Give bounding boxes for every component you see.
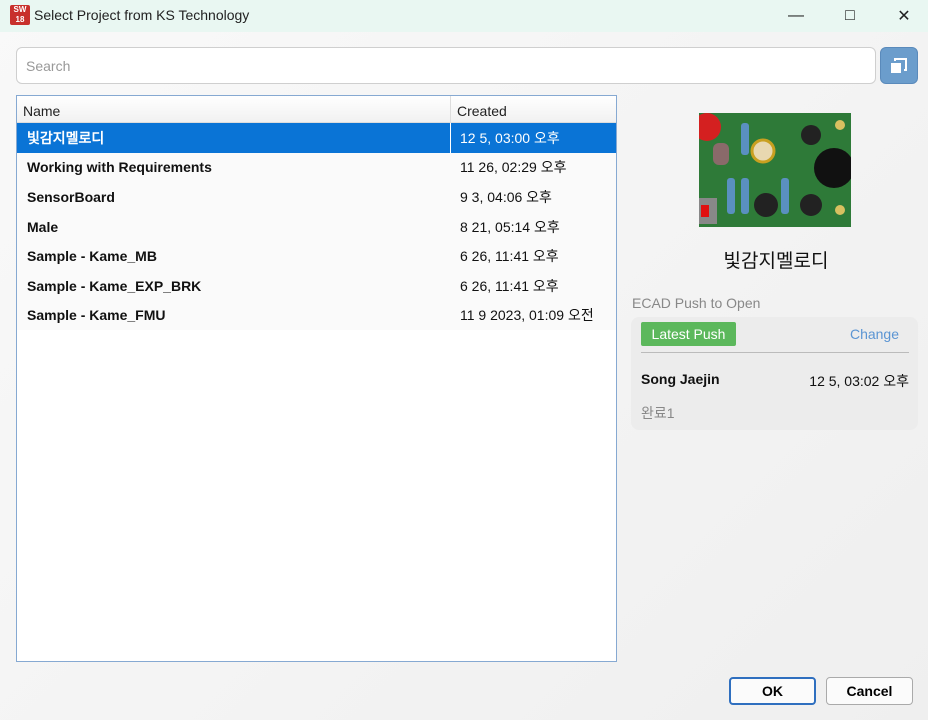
project-name: Sample - Kame_EXP_BRK: [27, 277, 202, 294]
maximize-icon[interactable]: □: [822, 0, 878, 32]
divider: [641, 352, 909, 353]
table-row[interactable]: Sample - Kame_MB 6 26, 11:41 오후: [17, 241, 616, 271]
project-name: Sample - Kame_FMU: [27, 307, 166, 324]
table-row[interactable]: SensorBoard 9 3, 04:06 오후: [17, 182, 616, 212]
project-name: SensorBoard: [27, 188, 115, 205]
push-user: Song Jaejin: [641, 371, 720, 387]
latest-push-badge: Latest Push: [641, 322, 736, 346]
column-created[interactable]: Created: [451, 96, 513, 122]
push-message: 완료1: [641, 405, 675, 421]
table-row[interactable]: Sample - Kame_FMU 11 9 2023, 01:09 오전: [17, 300, 616, 331]
project-thumbnail: [699, 113, 851, 227]
minimize-icon[interactable]: —: [768, 0, 824, 32]
project-title: 빛감지멜로디: [723, 251, 829, 272]
push-card: Latest Push Change Song Jaejin 12 5, 03:…: [631, 317, 918, 430]
project-created: 9 3, 04:06 오후: [460, 188, 552, 205]
search-input[interactable]: [16, 47, 876, 84]
table-row[interactable]: 빛감지멜로디 12 5, 03:00 오후: [17, 123, 616, 153]
change-link[interactable]: Change: [850, 326, 899, 342]
ok-button[interactable]: OK: [729, 677, 816, 705]
title-bar: SW 18 Select Project from KS Technology —…: [0, 0, 928, 32]
table-row[interactable]: Working with Requirements 11 26, 02:29 오후: [17, 152, 616, 183]
table-row[interactable]: Sample - Kame_EXP_BRK 6 26, 11:41 오후: [17, 270, 616, 301]
project-name: Working with Requirements: [27, 159, 212, 176]
project-name: Sample - Kame_MB: [27, 248, 157, 265]
project-created: 6 26, 11:41 오후: [460, 248, 559, 265]
column-name[interactable]: Name: [17, 96, 451, 122]
cancel-button[interactable]: Cancel: [826, 677, 913, 705]
project-created: 12 5, 03:00 오후: [460, 129, 560, 146]
ecad-push-label: ECAD Push to Open: [632, 295, 761, 311]
table-row[interactable]: Male 8 21, 05:14 오후: [17, 211, 616, 242]
close-icon[interactable]: ✕: [876, 0, 928, 32]
project-list: Name Created 빛감지멜로디 12 5, 03:00 오후 Working…: [16, 95, 617, 662]
copy-windows-button[interactable]: [880, 47, 918, 84]
project-created: 8 21, 05:14 오후: [460, 218, 560, 235]
project-created: 11 26, 02:29 오후: [460, 159, 567, 176]
table-header: Name Created: [17, 96, 616, 123]
push-date: 12 5, 03:02 오후: [809, 373, 909, 389]
project-name: Male: [27, 218, 59, 235]
project-name: 빛감지멜로디: [17, 123, 451, 153]
project-created: 11 9 2023, 01:09 오전: [460, 307, 594, 324]
copy-icon: [891, 57, 907, 73]
window-title: Select Project from KS Technology: [34, 7, 250, 23]
project-created: 6 26, 11:41 오후: [460, 277, 559, 294]
app-icon: SW 18: [10, 5, 30, 25]
